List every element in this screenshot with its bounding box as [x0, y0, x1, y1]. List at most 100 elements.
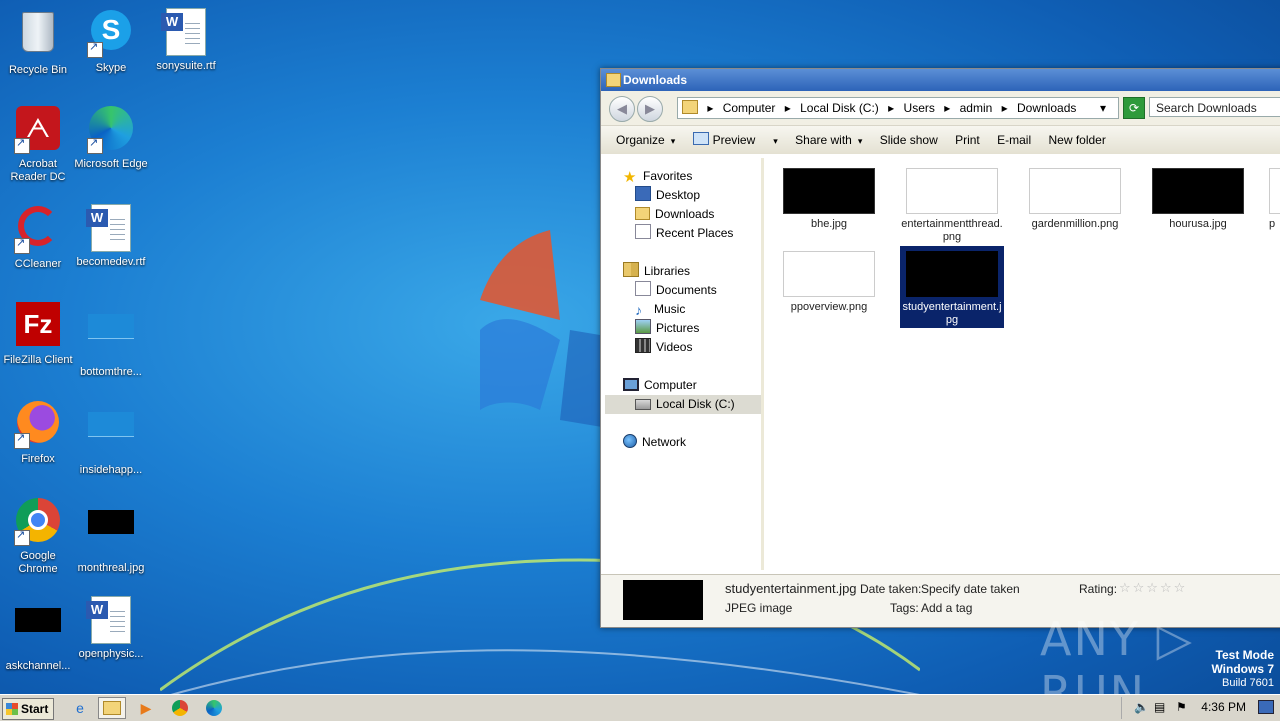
- desktop-icon-label: askchannel...: [5, 660, 71, 672]
- desktop-icon-filezilla[interactable]: Fz FileZilla Client: [0, 302, 76, 367]
- desktop-icon-label: Google Chrome: [18, 550, 58, 575]
- desktop-icon-label: Firefox: [21, 453, 55, 465]
- start-button[interactable]: Start: [2, 698, 54, 720]
- nav-local-disk[interactable]: Local Disk (C:): [605, 395, 761, 414]
- email-button[interactable]: E-mail: [990, 126, 1038, 154]
- address-dropdown-icon[interactable]: ▾: [1100, 98, 1106, 118]
- desktop-icon-chrome[interactable]: Google Chrome: [0, 498, 76, 576]
- desktop-icon-label: becomedev.rtf: [76, 256, 146, 268]
- slide-show-button[interactable]: Slide show: [873, 126, 945, 154]
- address-bar[interactable]: ▸ Computer ▸ Local Disk (C:) ▸ Users ▸ a…: [677, 97, 1119, 119]
- details-date-value[interactable]: Specify date taken: [921, 582, 1020, 596]
- navigation-pane: ★ Favorites Desktop Downloads Recent Plac…: [605, 158, 764, 570]
- word-document-icon: W: [86, 596, 135, 644]
- show-desktop-icon[interactable]: [1258, 700, 1274, 714]
- nav-documents[interactable]: Documents: [605, 281, 761, 300]
- file-item[interactable]: entertainmentthread.png: [900, 168, 1004, 244]
- explorer-window[interactable]: Downloads ◀ ▶ ▸ Computer ▸ Local Disk (C…: [600, 68, 1280, 628]
- details-thumbnail: [623, 580, 703, 620]
- file-name: p: [1269, 218, 1276, 230]
- file-thumbnail: [1269, 168, 1280, 214]
- file-list: bhe.jpg entertainmentthread.png gardenmi…: [767, 154, 1280, 574]
- desktop-icon-insidehapp[interactable]: insidehapp...: [73, 400, 149, 477]
- nav-downloads[interactable]: Downloads: [605, 205, 761, 224]
- desktop-icon-recycle-bin[interactable]: Recycle Bin: [0, 8, 76, 77]
- new-folder-button[interactable]: New folder: [1041, 126, 1112, 154]
- print-button[interactable]: Print: [948, 126, 987, 154]
- desktop-icon-label: Skype: [95, 62, 127, 74]
- media-player-taskbar-icon[interactable]: ▶: [132, 697, 160, 719]
- nav-libraries[interactable]: Libraries: [605, 262, 779, 281]
- file-item[interactable]: bhe.jpg: [777, 168, 881, 231]
- nav-label: Local Disk (C:): [656, 397, 735, 411]
- desktop-icon-firefox[interactable]: Firefox: [0, 400, 76, 466]
- volume-icon[interactable]: 🔈: [1134, 700, 1149, 714]
- desktop-icon-acrobat[interactable]: ᗅ Acrobat Reader DC: [0, 106, 76, 184]
- refresh-icon[interactable]: ⟳: [1123, 97, 1145, 119]
- nav-videos[interactable]: Videos: [605, 338, 761, 357]
- crumb-separator: ▸: [888, 101, 895, 115]
- desktop-icon-label: monthreal.jpg: [77, 562, 145, 574]
- desktop-icon-askchannel[interactable]: askchannel...: [0, 596, 76, 673]
- nav-label: Downloads: [655, 207, 715, 221]
- file-item[interactable]: gardenmillion.png: [1023, 168, 1127, 231]
- organize-button[interactable]: Organize ▾: [609, 126, 682, 155]
- back-button[interactable]: ◀: [609, 96, 635, 122]
- desktop-icon-bottomthre[interactable]: bottomthre...: [73, 302, 149, 379]
- desktop-icon-edge[interactable]: Microsoft Edge: [73, 106, 149, 171]
- desktop-icon-skype[interactable]: S Skype: [73, 8, 149, 75]
- desktop-icon-label: Microsoft Edge: [74, 158, 148, 170]
- rating-stars[interactable]: ☆☆☆☆☆: [1119, 580, 1187, 596]
- desktop-icon-ccleaner[interactable]: CCleaner: [0, 204, 76, 271]
- nav-desktop[interactable]: Desktop: [605, 186, 761, 205]
- desktop-icon-label: insidehapp...: [79, 464, 143, 476]
- desktop-icon-sonysuite[interactable]: W sonysuite.rtf: [148, 8, 224, 73]
- chrome-taskbar-icon[interactable]: [166, 697, 194, 719]
- preview-button[interactable]: Preview ▾: [686, 126, 785, 155]
- forward-button[interactable]: ▶: [637, 96, 663, 122]
- crumb-separator: ▸: [944, 101, 951, 115]
- word-document-icon: W: [86, 204, 135, 252]
- nav-pictures[interactable]: Pictures: [605, 319, 761, 338]
- file-item[interactable]: hourusa.jpg: [1146, 168, 1250, 231]
- nav-favorites[interactable]: ★ Favorites: [605, 167, 779, 186]
- network-tray-icon[interactable]: ▤: [1154, 700, 1165, 714]
- nav-label: Videos: [656, 340, 693, 354]
- file-item-selected[interactable]: studyentertainment.jpg: [900, 246, 1004, 328]
- shortcut-arrow-icon: [87, 41, 103, 58]
- share-with-button[interactable]: Share with ▾: [788, 126, 869, 155]
- explorer-taskbar-icon[interactable]: [98, 697, 126, 719]
- nav-computer[interactable]: Computer: [605, 376, 779, 395]
- ie-taskbar-icon[interactable]: e: [66, 697, 94, 719]
- file-item[interactable]: ppoverview.png: [777, 251, 881, 314]
- breadcrumb-users[interactable]: Users: [904, 101, 935, 115]
- explorer-body: ★ Favorites Desktop Downloads Recent Plac…: [601, 154, 1280, 574]
- desktop-icon-becomedev[interactable]: W becomedev.rtf: [73, 204, 149, 269]
- desktop-icon-openphysic[interactable]: W openphysic...: [73, 596, 149, 661]
- file-item[interactable]: p: [1269, 168, 1280, 231]
- test-mode-label: Test Mode: [1215, 648, 1274, 662]
- desktop-icon-monthreal[interactable]: monthreal.jpg: [73, 498, 149, 575]
- file-name: hourusa.jpg: [1169, 218, 1227, 230]
- action-center-flag-icon[interactable]: ⚑: [1176, 700, 1187, 714]
- nav-music[interactable]: ♪ Music: [605, 300, 761, 319]
- breadcrumb-admin[interactable]: admin: [960, 101, 993, 115]
- star-icon: ★: [623, 169, 637, 186]
- nav-recent-places[interactable]: Recent Places: [605, 224, 761, 243]
- file-thumbnail: [1029, 168, 1121, 214]
- window-titlebar[interactable]: Downloads: [601, 69, 1280, 91]
- breadcrumb-computer[interactable]: Computer: [723, 101, 776, 115]
- nav-label: Network: [642, 435, 687, 449]
- recent-places-icon: [635, 224, 651, 239]
- nav-network[interactable]: Network: [605, 433, 779, 452]
- clock[interactable]: 4:36 PM: [1201, 700, 1246, 714]
- desktop-icon-label: Acrobat Reader DC: [10, 158, 66, 183]
- network-icon: [623, 434, 637, 448]
- breadcrumb-local-disk[interactable]: Local Disk (C:): [800, 101, 879, 115]
- edge-taskbar-icon[interactable]: [200, 697, 228, 719]
- details-tags-value[interactable]: Add a tag: [921, 601, 972, 615]
- search-input[interactable]: Search Downloads: [1149, 97, 1280, 117]
- details-date-label: Date taken:: [860, 582, 922, 596]
- test-mode-notice: Test Mode Windows 7 Build 7601: [1211, 648, 1274, 690]
- breadcrumb-downloads[interactable]: Downloads: [1017, 101, 1076, 115]
